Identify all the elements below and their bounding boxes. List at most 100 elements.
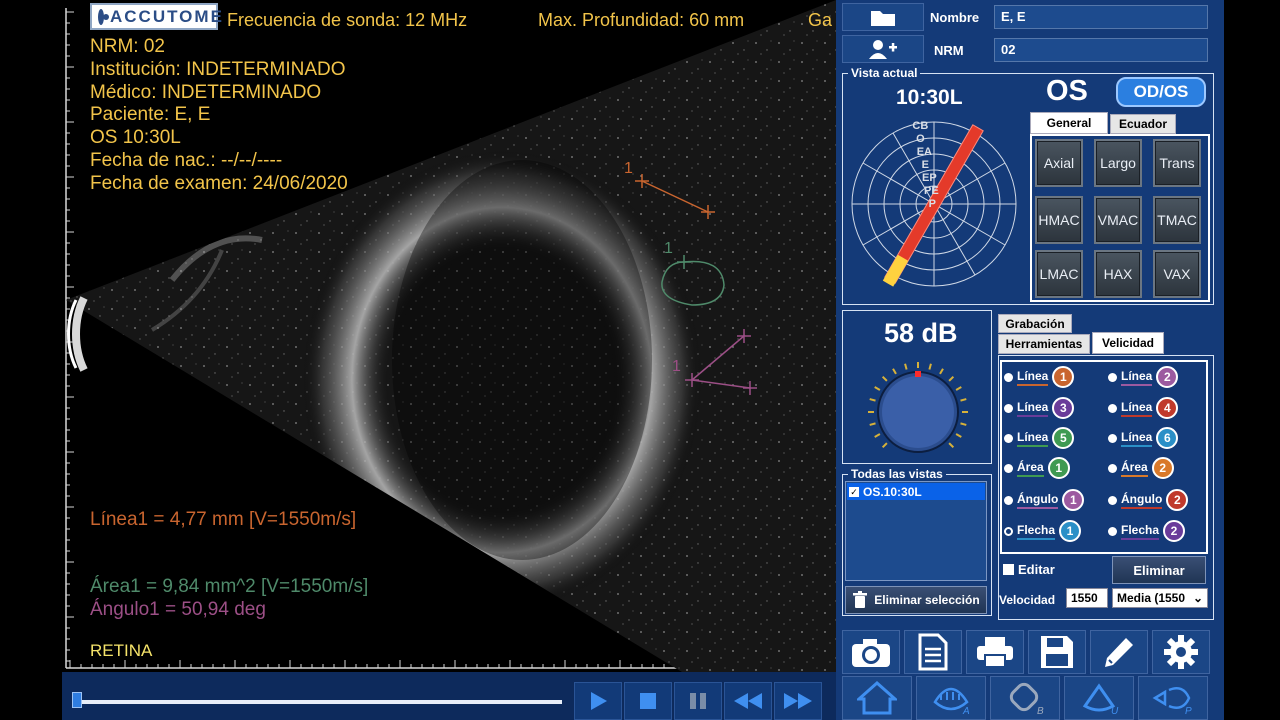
tool-label: Línea <box>1121 400 1153 417</box>
tool-área-1[interactable]: Área 1 <box>1004 457 1070 479</box>
probe-vax-button[interactable]: VAX <box>1153 250 1201 298</box>
delete-selection-button[interactable]: Eliminar selección <box>845 586 987 614</box>
layer-ea: EA <box>916 146 932 158</box>
rewind-button[interactable] <box>724 682 772 720</box>
radio-icon[interactable] <box>1108 463 1117 473</box>
views-list[interactable]: ✓ OS.10:30L <box>845 481 987 581</box>
tab-velicidad[interactable]: Velicidad <box>1092 332 1164 354</box>
probe-hax-button[interactable]: HAX <box>1094 250 1142 298</box>
probe-trans-button[interactable]: Trans <box>1153 139 1201 187</box>
tool-label: Área <box>1121 460 1148 477</box>
radio-icon[interactable] <box>1108 403 1117 413</box>
knob-tick <box>881 375 888 382</box>
open-folder-button[interactable] <box>842 3 924 31</box>
radio-icon[interactable] <box>1108 433 1117 443</box>
fast-forward-button[interactable] <box>774 682 822 720</box>
print-button[interactable] <box>966 630 1024 674</box>
tool-área-2[interactable]: Área 2 <box>1108 457 1174 479</box>
probe-hmac-button[interactable]: HMAC <box>1035 196 1083 244</box>
delete-selection-label: Eliminar selección <box>874 593 980 607</box>
pause-button[interactable] <box>674 682 722 720</box>
playback-progress-track[interactable] <box>72 700 562 704</box>
views-list-item[interactable]: ✓ OS.10:30L <box>847 483 985 500</box>
radio-icon[interactable] <box>1004 495 1013 505</box>
knob-tick <box>881 442 888 449</box>
playback-progress-handle[interactable] <box>72 692 82 708</box>
gain-label-clipped: Ga <box>808 10 833 30</box>
pachymetry-mode-button[interactable]: P <box>1138 676 1208 720</box>
ubm-mode-button[interactable]: U <box>1064 676 1134 720</box>
checkbox-checked-icon[interactable]: ✓ <box>849 486 859 497</box>
tool-línea-5[interactable]: Línea 5 <box>1004 427 1075 449</box>
probe-largo-button[interactable]: Largo <box>1094 139 1142 187</box>
views-list-item-label: OS.10:30L <box>863 484 922 499</box>
capture-button[interactable] <box>842 630 900 674</box>
velocity-label: Velocidad <box>999 593 1056 607</box>
tab-herramientas[interactable]: Herramientas <box>998 334 1090 354</box>
overlay-eye-position: OS 10:30L <box>90 127 181 149</box>
tab-general[interactable]: General <box>1030 112 1108 134</box>
report-button[interactable] <box>904 630 962 674</box>
radio-icon[interactable] <box>1004 463 1013 473</box>
nrm-label: NRM <box>934 43 964 58</box>
knob-tick <box>904 363 908 370</box>
gain-knob[interactable] <box>860 358 974 458</box>
tool-flecha-1[interactable]: Flecha 1 <box>1004 520 1082 542</box>
knob-tick <box>948 375 955 382</box>
annotate-button[interactable] <box>1090 630 1148 674</box>
tab-ecuador[interactable]: Ecuador <box>1110 114 1176 134</box>
accutome-logo: ACCUTOME <box>90 3 222 30</box>
b-scan-mode-button[interactable]: B <box>990 676 1060 720</box>
stop-button[interactable] <box>624 682 672 720</box>
nrm-field[interactable]: 02 <box>994 38 1208 62</box>
patient-info-overlay: NRM: 02 Institución: INDETERMINADO Médic… <box>90 36 348 196</box>
control-panel: Nombre E, E NRM 02 Vista actual 10:30L O… <box>836 0 1224 720</box>
radio-icon[interactable] <box>1004 403 1013 413</box>
radio-icon[interactable] <box>1004 433 1013 443</box>
home-mode-button[interactable] <box>842 676 912 720</box>
trash-icon <box>853 591 868 608</box>
tool-ángulo-1[interactable]: Ángulo 1 <box>1004 489 1085 511</box>
velocity-mode-select[interactable]: Media (1550 ⌄ <box>1112 588 1208 608</box>
chevron-down-icon: ⌄ <box>1192 591 1203 605</box>
knob-tick <box>960 422 967 426</box>
clock-position: 10:30L <box>896 86 963 109</box>
edit-checkbox[interactable] <box>1003 564 1014 575</box>
velocity-input[interactable]: 1550 <box>1066 588 1108 608</box>
a-scan-mode-button[interactable]: A <box>916 676 986 720</box>
rewind-icon <box>734 693 762 709</box>
probe-vmac-button[interactable]: VMAC <box>1094 196 1142 244</box>
settings-button[interactable] <box>1152 630 1210 674</box>
tool-línea-6[interactable]: Línea 6 <box>1108 427 1179 449</box>
od-os-toggle-button[interactable]: OD/OS <box>1116 77 1206 107</box>
play-button[interactable] <box>574 682 622 720</box>
ultrasound-viewport[interactable]: ACCUTOME Frecuencia de sonda: 12 MHz Max… <box>62 0 836 672</box>
radio-icon[interactable] <box>1108 526 1117 536</box>
tool-number-badge: 2 <box>1156 366 1179 388</box>
radio-icon[interactable] <box>1004 372 1013 382</box>
tool-línea-4[interactable]: Línea 4 <box>1108 397 1179 419</box>
add-patient-button[interactable] <box>842 35 924 63</box>
layer-cb: CB <box>912 120 929 132</box>
tool-ángulo-2[interactable]: Ángulo 2 <box>1108 489 1189 511</box>
probe-lmac-button[interactable]: LMAC <box>1035 250 1083 298</box>
radio-icon[interactable] <box>1108 372 1117 382</box>
probe-tmac-button[interactable]: TMAC <box>1153 196 1201 244</box>
line-marker-label: 1 <box>624 160 633 177</box>
save-button[interactable] <box>1028 630 1086 674</box>
radio-icon[interactable] <box>1004 526 1013 536</box>
tool-línea-2[interactable]: Línea 2 <box>1108 366 1179 388</box>
tool-línea-1[interactable]: Línea 1 <box>1004 366 1075 388</box>
tool-línea-3[interactable]: Línea 3 <box>1004 397 1075 419</box>
tool-flecha-2[interactable]: Flecha 2 <box>1108 520 1186 542</box>
radio-icon[interactable] <box>1108 495 1117 505</box>
delete-button[interactable]: Eliminar <box>1112 556 1206 584</box>
a-scan-probe-icon: A <box>933 687 970 716</box>
overlay-birthdate: Fecha de nac.: --/--/---- <box>90 149 283 171</box>
tab-grabacion[interactable]: Grabación <box>998 314 1072 333</box>
overlay-patient: Paciente: E, E <box>90 104 211 126</box>
tool-number-badge: 4 <box>1156 397 1179 419</box>
name-field[interactable]: E, E <box>994 5 1208 29</box>
probe-axial-button[interactable]: Axial <box>1035 139 1083 187</box>
name-label: Nombre <box>930 10 980 25</box>
